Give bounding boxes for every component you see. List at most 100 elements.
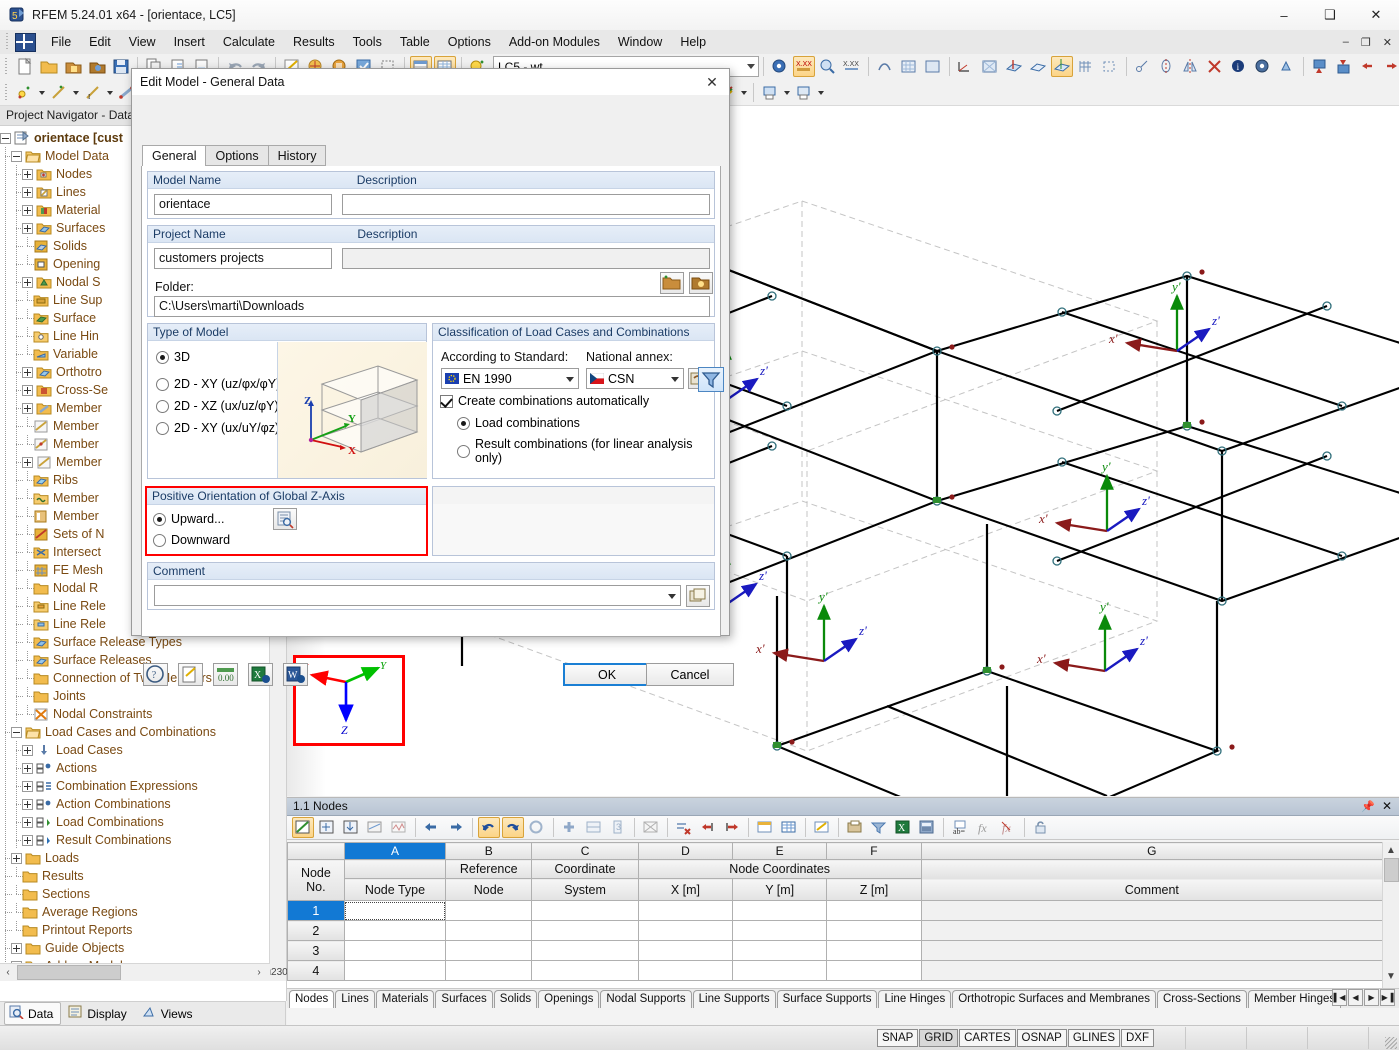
grid-dot-icon[interactable]: [922, 56, 944, 77]
result-value-2-icon[interactable]: X.XX: [793, 56, 815, 77]
table-cell[interactable]: [445, 940, 533, 961]
diagram-icon[interactable]: [388, 817, 410, 838]
coord-system-icon[interactable]: [955, 56, 977, 77]
info-icon[interactable]: i: [1228, 56, 1250, 77]
tab-history[interactable]: History: [267, 145, 327, 166]
grid-snap-icon[interactable]: [898, 56, 920, 77]
help-icon[interactable]: ?: [143, 663, 168, 686]
chevron-down-icon[interactable]: [105, 82, 115, 103]
column-letter-C[interactable]: C: [531, 842, 639, 860]
result-value-icon[interactable]: [769, 56, 791, 77]
snap-object-icon[interactable]: [874, 56, 896, 77]
plane-xy-icon[interactable]: [1027, 56, 1049, 77]
menu-edit[interactable]: Edit: [80, 32, 120, 52]
menu-calculate[interactable]: Calculate: [214, 32, 284, 52]
scroll-up-arrow[interactable]: ▲: [1383, 842, 1399, 858]
chevron-down-icon[interactable]: [37, 82, 47, 103]
table-cell[interactable]: [343, 940, 447, 961]
table-cell[interactable]: [732, 920, 828, 941]
decimals-icon[interactable]: 0.00: [213, 663, 238, 686]
rotate-axis-icon[interactable]: [1156, 56, 1178, 77]
annex-combo[interactable]: CSN: [586, 368, 684, 389]
mirror-icon[interactable]: [1180, 56, 1202, 77]
table-cell[interactable]: [445, 900, 533, 921]
table-cell[interactable]: [531, 920, 639, 941]
show-table-icon[interactable]: [292, 817, 314, 838]
row-number-cell[interactable]: 4: [287, 960, 345, 981]
new-line-icon[interactable]: [48, 82, 70, 103]
status-dxf-button[interactable]: DXF: [1121, 1029, 1154, 1047]
tree-expander[interactable]: [11, 150, 22, 162]
units-edit-icon[interactable]: [178, 663, 203, 686]
tree-item-printout-reports[interactable]: Printout Reports: [0, 921, 270, 939]
navigator-tab-data[interactable]: Data: [4, 1002, 62, 1025]
tree-expander[interactable]: [22, 402, 33, 414]
scroll-thumb[interactable]: [17, 965, 121, 980]
tree-item-load-combinations[interactable]: Load Combinations: [0, 813, 270, 831]
table-cell[interactable]: [920, 920, 1383, 941]
status-grid-button[interactable]: GRID: [919, 1029, 959, 1047]
table-cell[interactable]: [445, 920, 533, 941]
tree-expander[interactable]: [22, 222, 33, 234]
table-cell[interactable]: [732, 960, 828, 981]
new-node-icon[interactable]: [14, 82, 36, 103]
row-number-cell[interactable]: 3: [287, 940, 345, 961]
tree-expander[interactable]: [22, 834, 33, 846]
table-cell[interactable]: [637, 920, 734, 941]
insert-row-icon[interactable]: [316, 817, 338, 838]
refresh-icon[interactable]: [526, 817, 548, 838]
status-cartes-button[interactable]: CARTES: [959, 1029, 1016, 1047]
next-table-icon[interactable]: [445, 817, 467, 838]
load-up-icon[interactable]: [1333, 56, 1355, 77]
save-model-icon[interactable]: [86, 56, 108, 77]
tree-expander[interactable]: [22, 456, 33, 468]
clear-function-icon[interactable]: fx: [997, 817, 1019, 838]
rfem-menu-icon[interactable]: [15, 32, 36, 52]
table-cell[interactable]: [445, 960, 533, 981]
filter-button[interactable]: [698, 367, 724, 392]
mesh-icon[interactable]: [979, 56, 1001, 77]
plane-xz-icon[interactable]: [1051, 56, 1073, 77]
tree-expander[interactable]: [11, 726, 22, 738]
duplicate-icon[interactable]: [583, 817, 605, 838]
column-letter-D[interactable]: D: [637, 842, 734, 860]
preview-icon[interactable]: [273, 508, 297, 530]
add-icon[interactable]: [559, 817, 581, 838]
guideline-icon[interactable]: [1099, 56, 1121, 77]
tree-item-sections[interactable]: Sections: [0, 885, 270, 903]
tab-options[interactable]: Options: [205, 145, 269, 166]
menu-file[interactable]: File: [42, 32, 80, 52]
new-project-icon[interactable]: [660, 272, 684, 294]
model-description-input[interactable]: [342, 194, 710, 215]
toolbar-grip[interactable]: [3, 82, 10, 102]
chevron-down-icon[interactable]: [782, 82, 792, 103]
radio-downward[interactable]: Downward: [153, 533, 230, 547]
table-cell[interactable]: [343, 900, 447, 921]
tree-expander[interactable]: [22, 384, 33, 396]
column-letter-E[interactable]: E: [732, 842, 828, 860]
table-cell[interactable]: [531, 900, 639, 921]
model-name-input[interactable]: orientace: [154, 194, 332, 215]
tree-expander[interactable]: [22, 780, 33, 792]
undo-icon[interactable]: [478, 817, 500, 838]
table-cell[interactable]: [343, 960, 447, 981]
settings-icon[interactable]: [1252, 56, 1274, 77]
radio-2d-xz[interactable]: 2D - XZ (ux/uz/φY): [156, 399, 279, 413]
load-right-icon[interactable]: [1381, 56, 1399, 77]
open-project-icon[interactable]: [689, 272, 713, 294]
table-cell[interactable]: [637, 960, 734, 981]
mdi-restore-button[interactable]: ❐: [1358, 36, 1374, 49]
table-tab-cross-sections[interactable]: Cross-Sections: [1156, 990, 1247, 1008]
clear-table-icon[interactable]: [640, 817, 662, 838]
table-format-icon[interactable]: [754, 817, 776, 838]
chevron-down-icon[interactable]: [816, 82, 826, 103]
export-word-icon[interactable]: W: [283, 663, 308, 686]
table-tab-lines[interactable]: Lines: [335, 990, 375, 1008]
table-cell[interactable]: [343, 920, 447, 941]
work-plane-icon[interactable]: [1003, 56, 1025, 77]
scroll-thumb[interactable]: [1384, 858, 1399, 882]
tree-item-actions[interactable]: Actions: [0, 759, 270, 777]
table-cell[interactable]: [826, 920, 922, 941]
comment-combo[interactable]: [154, 585, 681, 606]
table-cell[interactable]: [637, 900, 734, 921]
